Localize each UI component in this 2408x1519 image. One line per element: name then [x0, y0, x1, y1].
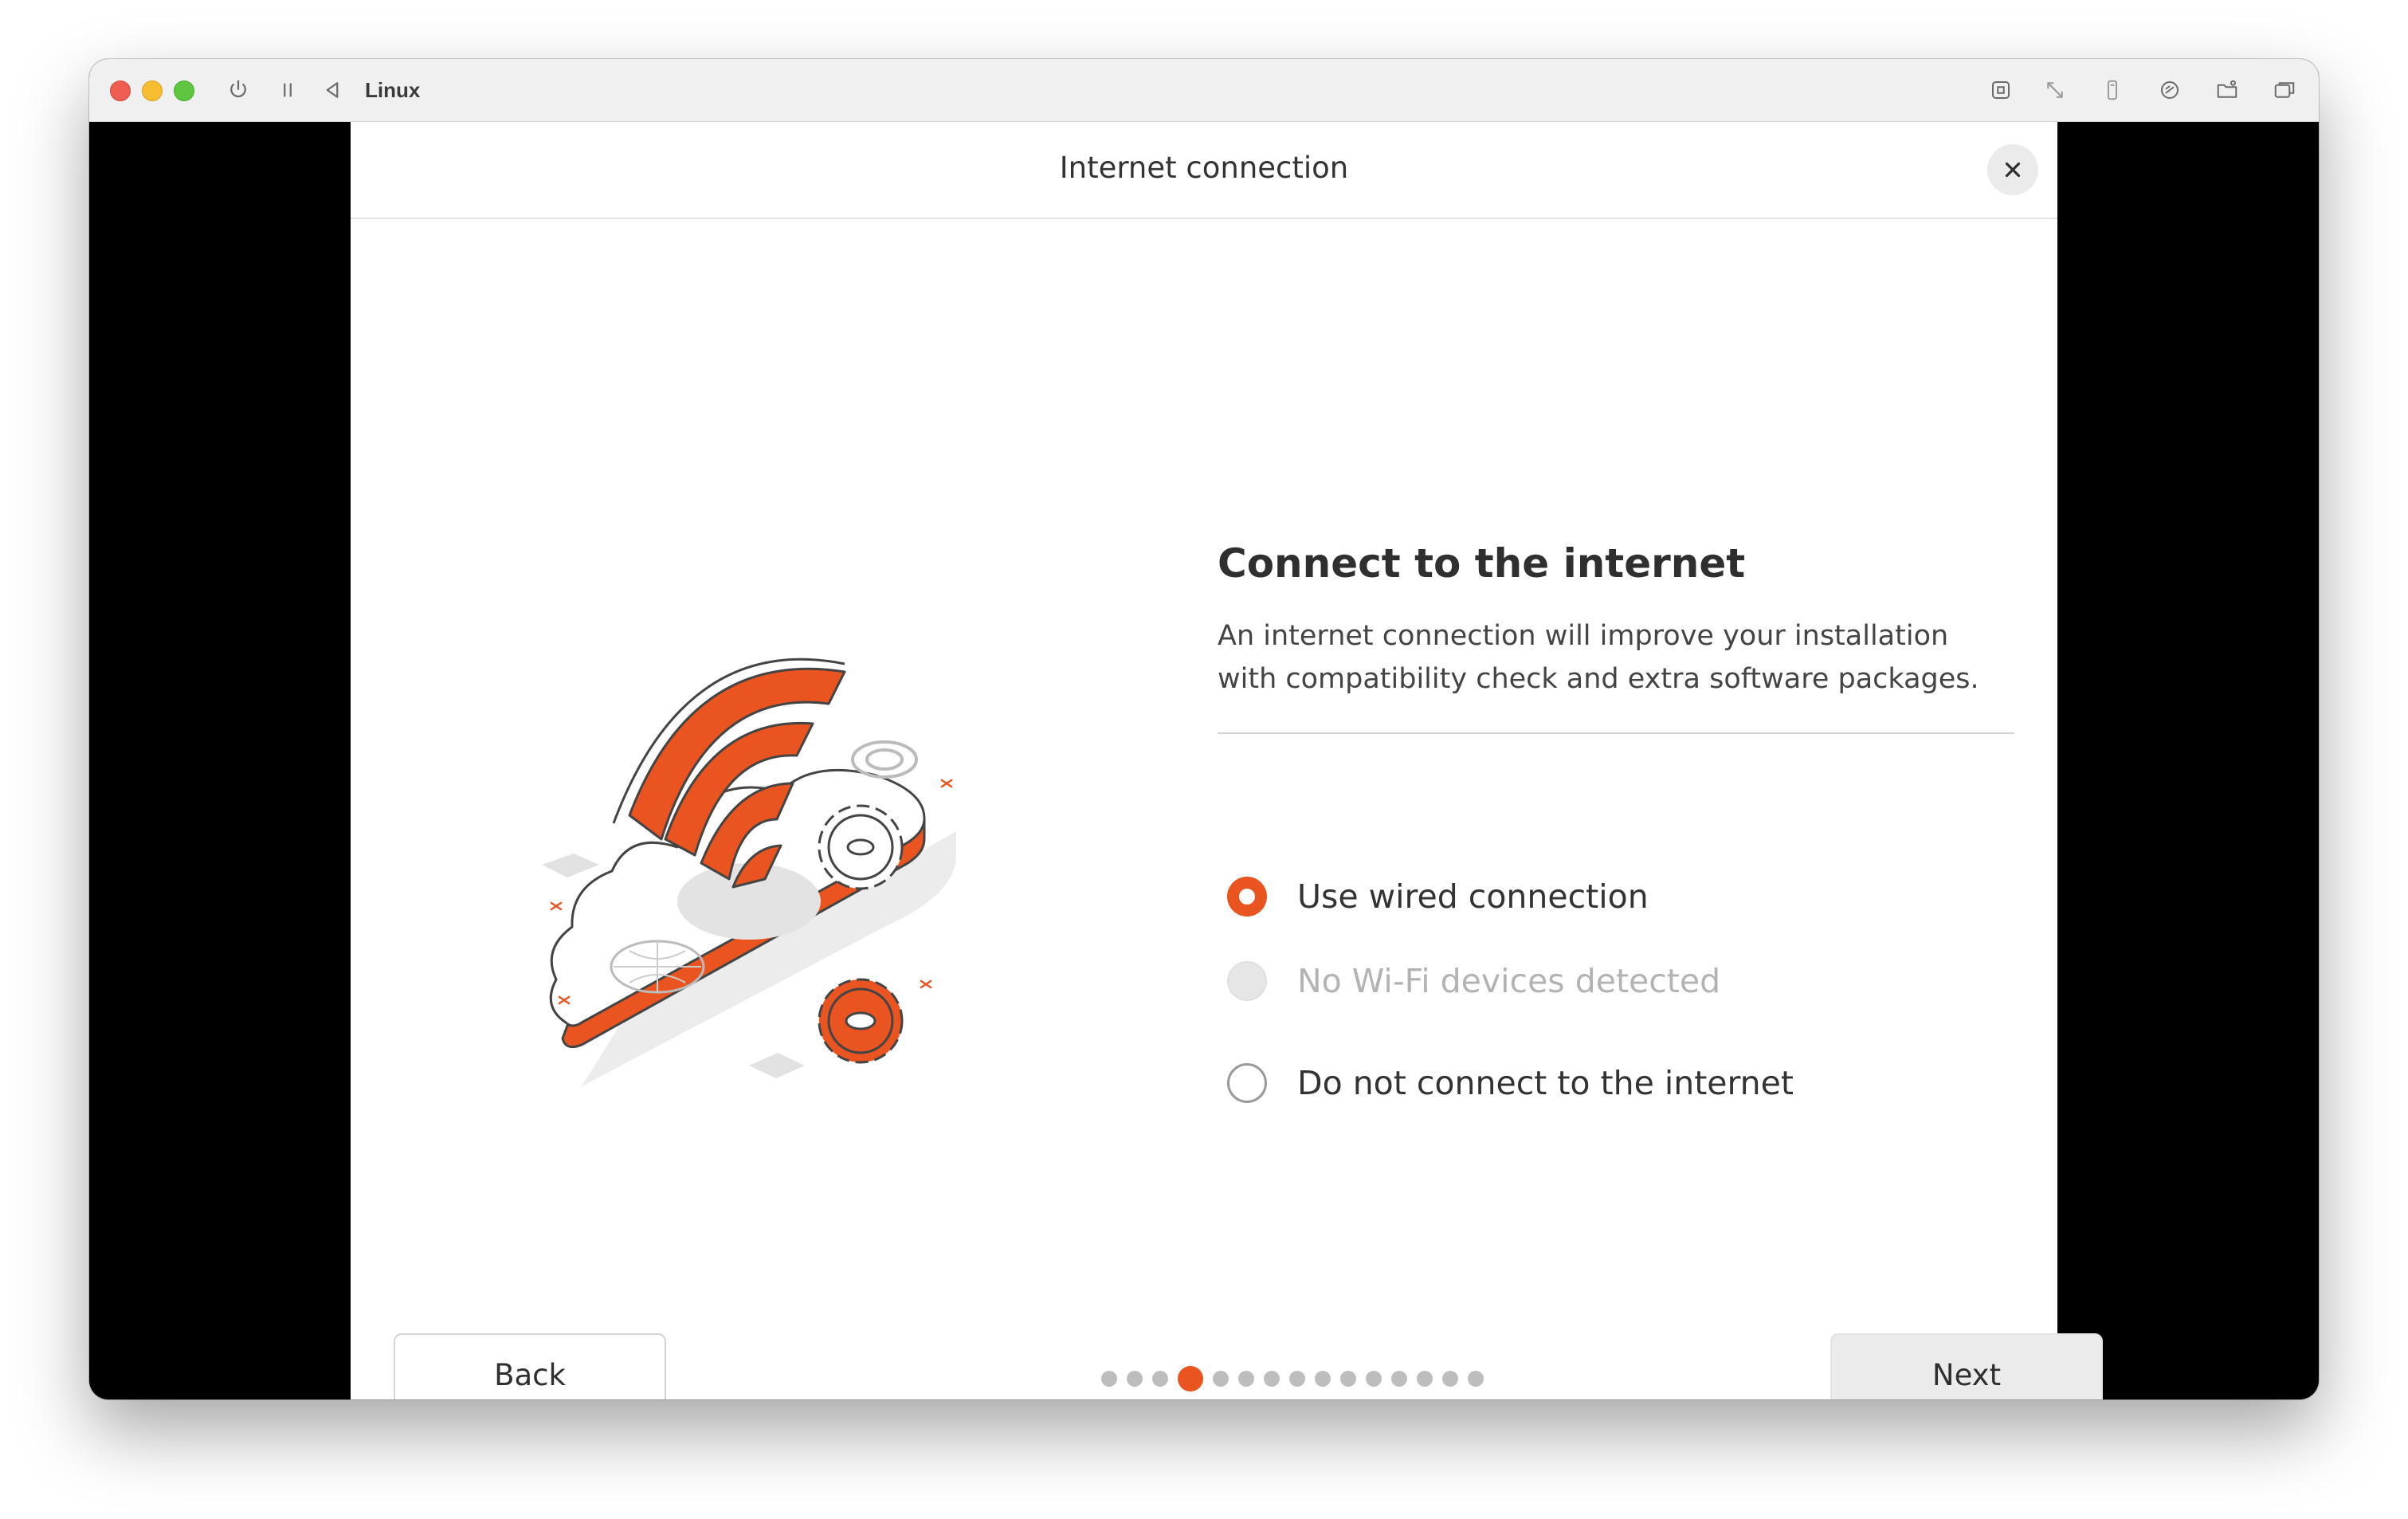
pager-dot-active	[1178, 1366, 1203, 1391]
connection-content: Connect to the internet An internet conn…	[1218, 535, 2014, 1103]
radio-checked-icon[interactable]	[1227, 877, 1267, 917]
globe-icon	[610, 940, 705, 994]
target-rings-icon	[851, 740, 918, 779]
next-button[interactable]: Next	[1830, 1333, 2103, 1399]
dialog-close-button[interactable]	[1987, 144, 2038, 195]
usb-icon[interactable]	[2097, 75, 2128, 105]
power-icon[interactable]	[223, 75, 253, 105]
installer-dialog: Internet connection Connect to the inter…	[351, 122, 2103, 1399]
vm-window: Linux Internet connection Connect to the…	[89, 59, 2319, 1399]
pager-dot	[1101, 1371, 1117, 1387]
back-button[interactable]: Back	[394, 1333, 666, 1399]
vm-titlebar: Linux	[89, 59, 2319, 122]
pager-dot	[1468, 1371, 1484, 1387]
pager-dot	[1264, 1371, 1280, 1387]
back-arrow-icon[interactable]	[317, 75, 347, 105]
radio-unchecked-icon[interactable]	[1227, 1063, 1267, 1103]
page-heading: Connect to the internet	[1218, 540, 1746, 587]
pager-dot	[1289, 1371, 1305, 1387]
pager-dot	[1315, 1371, 1331, 1387]
pager-dot	[1127, 1371, 1143, 1387]
radio-disabled-icon	[1227, 961, 1267, 1001]
option-no-connection[interactable]: Do not connect to the internet	[1218, 1059, 1794, 1107]
resize-arrows-icon[interactable]	[2040, 75, 2070, 105]
pager-dot	[1238, 1371, 1254, 1387]
shared-folder-icon[interactable]	[2212, 75, 2242, 105]
pager-dot	[1213, 1371, 1229, 1387]
pager-dot	[1417, 1371, 1433, 1387]
pager-dot	[1391, 1371, 1407, 1387]
option-wired-connection[interactable]: Use wired connection	[1218, 873, 1649, 920]
window-icon[interactable]	[2269, 75, 2300, 105]
window-maximize-button[interactable]	[174, 80, 194, 101]
dialog-header: Internet connection	[351, 122, 2057, 219]
pager-dot	[1152, 1371, 1168, 1387]
divider	[1218, 732, 2014, 734]
dialog-title: Internet connection	[1059, 151, 1349, 185]
pager-dot	[1340, 1371, 1356, 1387]
close-icon	[2005, 162, 2021, 178]
window-minimize-button[interactable]	[142, 80, 163, 101]
pager-dot	[1442, 1371, 1458, 1387]
option-label: Use wired connection	[1297, 877, 1649, 916]
step-pager	[1101, 1365, 1493, 1392]
option-wifi: No Wi-Fi devices detected	[1218, 957, 1720, 1005]
network-icon[interactable]	[2155, 75, 2185, 105]
pager-dot	[1366, 1371, 1382, 1387]
option-label: Do not connect to the internet	[1297, 1064, 1794, 1102]
internet-cloud-illustration	[542, 657, 956, 1086]
gear-orange-icon	[818, 978, 904, 1064]
window-close-button[interactable]	[110, 80, 131, 101]
keyboard-command-icon[interactable]	[1986, 75, 2016, 105]
option-label: No Wi-Fi devices detected	[1297, 962, 1721, 1000]
page-description: An internet connection will improve your…	[1218, 620, 1979, 695]
gear-icon	[818, 804, 904, 890]
vm-title: Linux	[365, 78, 421, 102]
pause-icon[interactable]	[273, 75, 303, 105]
